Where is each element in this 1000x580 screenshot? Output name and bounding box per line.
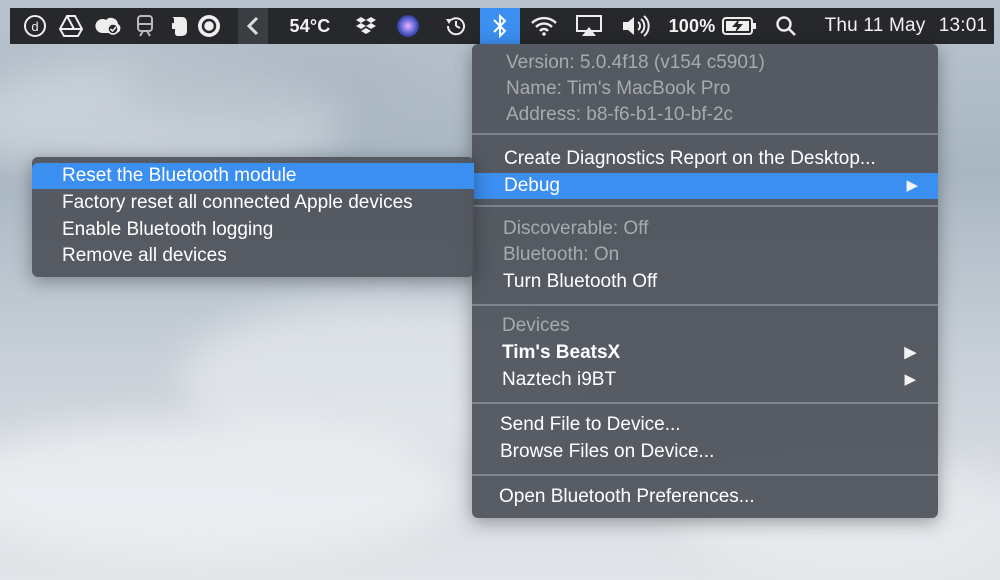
dropbox-icon[interactable]: [350, 8, 382, 44]
create-diagnostics-item[interactable]: Create Diagnostics Report on the Desktop…: [472, 146, 938, 172]
send-file-item[interactable]: Send File to Device...: [472, 412, 938, 438]
k-app-icon[interactable]: [238, 8, 268, 44]
creative-cloud-icon[interactable]: [92, 8, 126, 44]
discoverable-status: Discoverable: Off: [503, 218, 649, 239]
devices-header: Devices: [502, 315, 570, 336]
debug-submenu: Reset the Bluetooth module Factory reset…: [32, 157, 474, 277]
battery-percent-text: 100%: [668, 15, 716, 36]
google-drive-icon[interactable]: [56, 8, 86, 44]
time-text: 13:01: [938, 15, 988, 36]
airplay-icon[interactable]: [570, 8, 608, 44]
factory-reset-apple-devices-item[interactable]: Factory reset all connected Apple device…: [32, 190, 474, 216]
open-bluetooth-preferences-item[interactable]: Open Bluetooth Preferences...: [472, 484, 938, 510]
clock-time[interactable]: 13:01: [932, 8, 994, 44]
reset-bluetooth-module-item[interactable]: Reset the Bluetooth module: [32, 163, 474, 189]
spotlight-search-icon[interactable]: [768, 8, 804, 44]
browse-files-item[interactable]: Browse Files on Device...: [472, 439, 938, 465]
device-item-beatsx[interactable]: Tim's BeatsX ▶: [472, 340, 938, 366]
volume-icon[interactable]: [616, 8, 656, 44]
wifi-icon[interactable]: [526, 8, 562, 44]
sync-icon[interactable]: [192, 8, 226, 44]
clock-date[interactable]: Thu 11 May: [816, 8, 934, 44]
bluetooth-status: Bluetooth: On: [503, 244, 620, 265]
menu-bar: d 54°C 100% Thu 11 May 13:01: [10, 8, 994, 44]
device-item-naztech[interactable]: Naztech i9BT ▶: [472, 367, 938, 393]
evernote-icon[interactable]: [164, 8, 194, 44]
separator: [472, 304, 938, 306]
separator: [472, 133, 938, 135]
bluetooth-icon[interactable]: [480, 8, 520, 44]
battery-charging-icon[interactable]: [720, 8, 760, 44]
separator: [472, 205, 938, 207]
temperature-text: 54°C: [289, 15, 331, 36]
remove-all-devices-item[interactable]: Remove all devices: [32, 243, 474, 269]
battery-percent[interactable]: 100%: [664, 8, 720, 44]
debug-menu-item[interactable]: Debug ▶: [472, 173, 938, 199]
train-icon[interactable]: [130, 8, 160, 44]
temperature-readout[interactable]: 54°C: [274, 8, 346, 44]
submenu-arrow-icon: ▶: [906, 177, 918, 194]
enable-bluetooth-logging-item[interactable]: Enable Bluetooth logging: [32, 217, 474, 243]
dashlane-icon[interactable]: d: [20, 8, 50, 44]
bluetooth-menu: Version: 5.0.4f18 (v154 c5901) Name: Tim…: [472, 44, 938, 518]
time-machine-icon[interactable]: [438, 8, 474, 44]
separator: [472, 402, 938, 404]
svg-text:d: d: [31, 19, 38, 34]
submenu-arrow-icon: ▶: [904, 344, 916, 361]
date-text: Thu 11 May: [824, 15, 926, 36]
address-info: Address: b8-f6-b1-10-bf-2c: [506, 104, 734, 125]
siri-icon[interactable]: [390, 8, 426, 44]
submenu-arrow-icon: ▶: [904, 371, 916, 388]
name-info: Name: Tim's MacBook Pro: [506, 78, 731, 99]
turn-bluetooth-off-item[interactable]: Turn Bluetooth Off: [472, 269, 938, 295]
version-info: Version: 5.0.4f18 (v154 c5901): [506, 52, 765, 73]
separator: [472, 474, 938, 476]
